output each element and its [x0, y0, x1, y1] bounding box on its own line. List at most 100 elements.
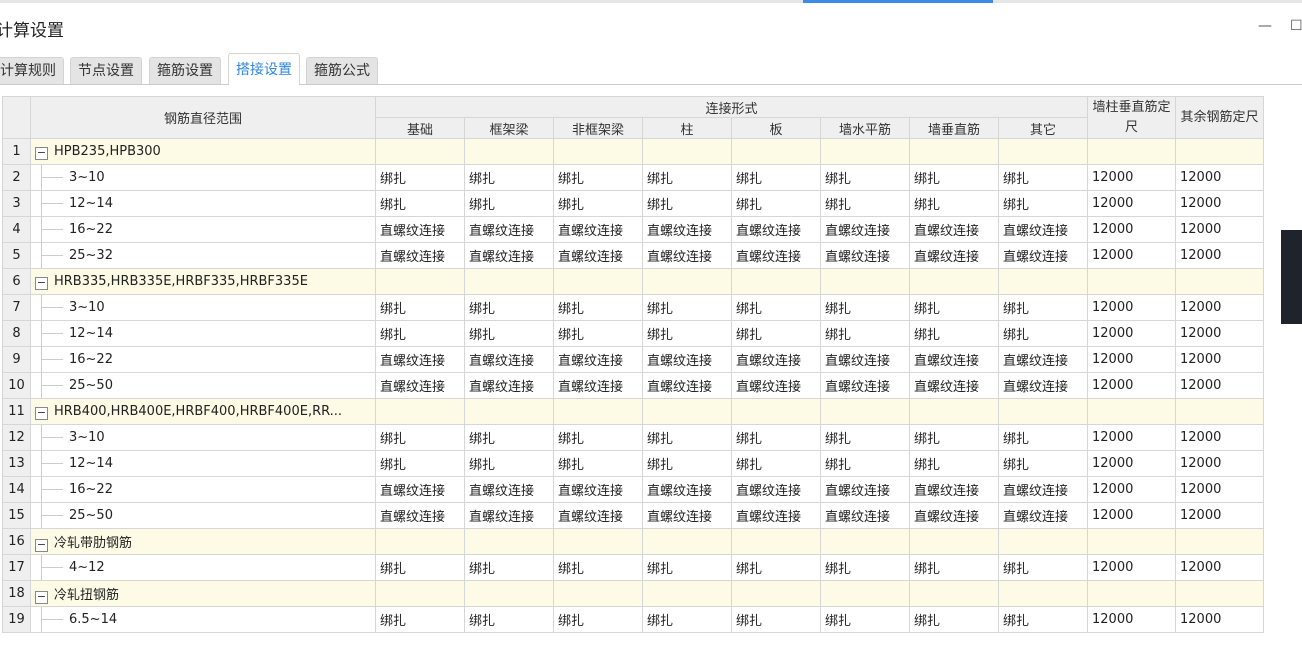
empty-cell[interactable]: [909, 528, 999, 555]
connection-cell[interactable]: 绑扎: [375, 164, 465, 191]
wall-length-cell[interactable]: 12000: [1087, 372, 1176, 399]
empty-cell[interactable]: [642, 528, 732, 555]
connection-cell[interactable]: 绑扎: [553, 294, 643, 321]
connection-cell[interactable]: 直螺纹连接: [375, 346, 465, 373]
empty-cell[interactable]: [1087, 138, 1176, 165]
connection-cell[interactable]: 直螺纹连接: [642, 502, 732, 529]
wall-length-cell[interactable]: 12000: [1087, 554, 1176, 581]
connection-cell[interactable]: 绑扎: [909, 424, 999, 451]
connection-cell[interactable]: 直螺纹连接: [731, 502, 821, 529]
connection-cell[interactable]: 绑扎: [642, 450, 732, 477]
empty-cell[interactable]: [642, 580, 732, 607]
empty-cell[interactable]: [820, 580, 910, 607]
other-length-cell[interactable]: 12000: [1175, 606, 1264, 633]
connection-cell[interactable]: 绑扎: [909, 320, 999, 347]
connection-cell[interactable]: 绑扎: [998, 164, 1088, 191]
empty-cell[interactable]: [642, 398, 732, 425]
other-length-cell[interactable]: 12000: [1175, 476, 1264, 503]
empty-cell[interactable]: [998, 580, 1088, 607]
empty-cell[interactable]: [909, 138, 999, 165]
empty-cell[interactable]: [553, 580, 643, 607]
empty-cell[interactable]: [1175, 268, 1264, 295]
empty-cell[interactable]: [909, 398, 999, 425]
connection-cell[interactable]: 绑扎: [998, 424, 1088, 451]
connection-cell[interactable]: 直螺纹连接: [909, 216, 999, 243]
other-length-cell[interactable]: 12000: [1175, 164, 1264, 191]
other-length-cell[interactable]: 12000: [1175, 424, 1264, 451]
connection-cell[interactable]: 绑扎: [998, 190, 1088, 217]
connection-cell[interactable]: 绑扎: [375, 554, 465, 581]
empty-cell[interactable]: [909, 268, 999, 295]
empty-cell[interactable]: [1175, 138, 1264, 165]
other-length-cell[interactable]: 12000: [1175, 502, 1264, 529]
empty-cell[interactable]: [731, 580, 821, 607]
connection-cell[interactable]: 直螺纹连接: [998, 346, 1088, 373]
connection-cell[interactable]: 绑扎: [998, 606, 1088, 633]
connection-cell[interactable]: 直螺纹连接: [820, 242, 910, 269]
wall-length-cell[interactable]: 12000: [1087, 346, 1176, 373]
connection-cell[interactable]: 直螺纹连接: [642, 216, 732, 243]
other-length-cell[interactable]: 12000: [1175, 242, 1264, 269]
minimize-icon[interactable]: —: [1258, 18, 1272, 34]
connection-cell[interactable]: 直螺纹连接: [464, 346, 554, 373]
empty-cell[interactable]: [464, 528, 554, 555]
connection-cell[interactable]: 绑扎: [642, 424, 732, 451]
empty-cell[interactable]: [1087, 268, 1176, 295]
empty-cell[interactable]: [731, 138, 821, 165]
collapse-icon[interactable]: −: [35, 276, 48, 290]
connection-cell[interactable]: 绑扎: [553, 450, 643, 477]
connection-cell[interactable]: 绑扎: [375, 320, 465, 347]
connection-cell[interactable]: 直螺纹连接: [375, 216, 465, 243]
wall-length-cell[interactable]: 12000: [1087, 216, 1176, 243]
connection-cell[interactable]: 绑扎: [464, 294, 554, 321]
connection-cell[interactable]: 直螺纹连接: [998, 242, 1088, 269]
connection-cell[interactable]: 直螺纹连接: [820, 346, 910, 373]
connection-cell[interactable]: 绑扎: [820, 320, 910, 347]
connection-cell[interactable]: 直螺纹连接: [998, 372, 1088, 399]
empty-cell[interactable]: [375, 398, 465, 425]
connection-cell[interactable]: 直螺纹连接: [375, 476, 465, 503]
connection-cell[interactable]: 直螺纹连接: [909, 476, 999, 503]
connection-cell[interactable]: 绑扎: [553, 164, 643, 191]
connection-cell[interactable]: 绑扎: [731, 606, 821, 633]
connection-cell[interactable]: 直螺纹连接: [553, 476, 643, 503]
connection-cell[interactable]: 直螺纹连接: [731, 216, 821, 243]
connection-cell[interactable]: 绑扎: [998, 294, 1088, 321]
empty-cell[interactable]: [464, 138, 554, 165]
connection-cell[interactable]: 绑扎: [642, 164, 732, 191]
connection-cell[interactable]: 直螺纹连接: [375, 372, 465, 399]
connection-cell[interactable]: 绑扎: [998, 450, 1088, 477]
empty-cell[interactable]: [998, 398, 1088, 425]
other-length-cell[interactable]: 12000: [1175, 216, 1264, 243]
collapse-icon[interactable]: −: [35, 406, 48, 420]
connection-cell[interactable]: 绑扎: [464, 606, 554, 633]
connection-cell[interactable]: 直螺纹连接: [553, 502, 643, 529]
connection-cell[interactable]: 直螺纹连接: [553, 372, 643, 399]
connection-cell[interactable]: 直螺纹连接: [375, 502, 465, 529]
empty-cell[interactable]: [820, 398, 910, 425]
connection-cell[interactable]: 绑扎: [553, 424, 643, 451]
connection-cell[interactable]: 直螺纹连接: [820, 502, 910, 529]
connection-cell[interactable]: 直螺纹连接: [909, 372, 999, 399]
connection-cell[interactable]: 直螺纹连接: [820, 216, 910, 243]
empty-cell[interactable]: [553, 398, 643, 425]
connection-cell[interactable]: 绑扎: [553, 554, 643, 581]
connection-cell[interactable]: 直螺纹连接: [642, 476, 732, 503]
wall-length-cell[interactable]: 12000: [1087, 164, 1176, 191]
wall-length-cell[interactable]: 12000: [1087, 294, 1176, 321]
connection-cell[interactable]: 直螺纹连接: [464, 476, 554, 503]
connection-cell[interactable]: 绑扎: [553, 320, 643, 347]
empty-cell[interactable]: [1175, 398, 1264, 425]
empty-cell[interactable]: [1175, 580, 1264, 607]
connection-cell[interactable]: 直螺纹连接: [998, 502, 1088, 529]
wall-length-cell[interactable]: 12000: [1087, 424, 1176, 451]
other-length-cell[interactable]: 12000: [1175, 450, 1264, 477]
connection-cell[interactable]: 绑扎: [642, 606, 732, 633]
connection-cell[interactable]: 直螺纹连接: [731, 372, 821, 399]
connection-cell[interactable]: 绑扎: [998, 320, 1088, 347]
wall-length-cell[interactable]: 12000: [1087, 476, 1176, 503]
other-length-cell[interactable]: 12000: [1175, 294, 1264, 321]
connection-cell[interactable]: 绑扎: [642, 554, 732, 581]
connection-cell[interactable]: 绑扎: [553, 190, 643, 217]
connection-cell[interactable]: 绑扎: [820, 164, 910, 191]
